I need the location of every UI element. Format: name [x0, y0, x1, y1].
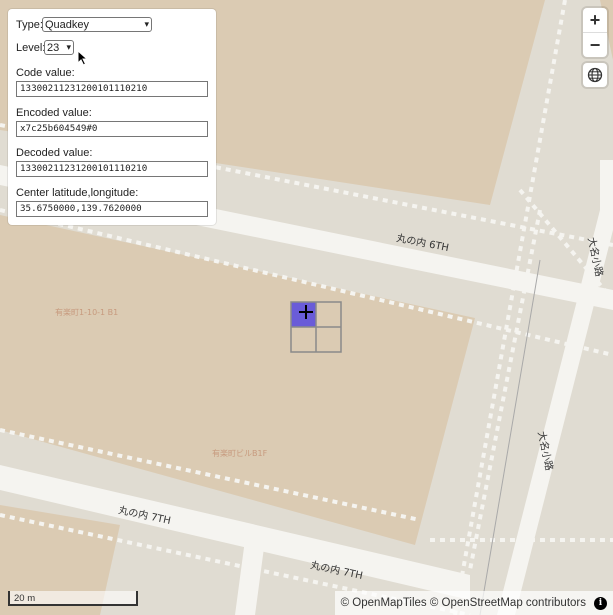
type-label: Type: [16, 19, 43, 31]
control-panel: Type: Quadkey ▾ Level: 23 ▾ Code value: … [8, 9, 216, 225]
decoded-value-field[interactable]: 13300211231200101110210 [16, 161, 208, 177]
zoom-out-button[interactable]: − [583, 33, 607, 57]
building-label: 有楽町ビルB1F [212, 448, 268, 458]
code-value-field[interactable]: 13300211231200101110210 [16, 81, 208, 97]
level-label: Level: [16, 42, 46, 54]
chevron-down-icon: ▾ [144, 19, 149, 29]
zoom-control: + − [583, 8, 607, 57]
type-select-value: Quadkey [45, 18, 90, 31]
encoded-label: Encoded value: [16, 107, 92, 119]
decoded-label: Decoded value: [16, 147, 93, 159]
globe-button[interactable] [583, 63, 607, 87]
center-latlng-field[interactable]: 35.6750000,139.7620000 [16, 201, 208, 217]
info-icon[interactable]: i [594, 596, 607, 610]
level-select-value: 23 [47, 41, 60, 54]
center-label: Center latitude,longitude: [16, 187, 139, 199]
level-select[interactable]: 23 ▾ [44, 40, 74, 55]
scale-bar: 20 m [8, 591, 138, 606]
code-label: Code value: [16, 67, 75, 79]
type-select[interactable]: Quadkey ▾ [42, 17, 152, 32]
zoom-in-button[interactable]: + [583, 8, 607, 32]
chevron-down-icon: ▾ [66, 42, 71, 52]
globe-control [583, 63, 607, 87]
globe-icon [587, 67, 603, 83]
building-label: 有楽町1-10-1 B1 [55, 307, 118, 317]
mouse-cursor-icon [77, 50, 89, 66]
attribution-text: © OpenMapTiles © OpenStreetMap contribut… [340, 597, 586, 609]
attribution: © OpenMapTiles © OpenStreetMap contribut… [334, 591, 613, 615]
encoded-value-field[interactable]: x7c25b604549#0 [16, 121, 208, 137]
